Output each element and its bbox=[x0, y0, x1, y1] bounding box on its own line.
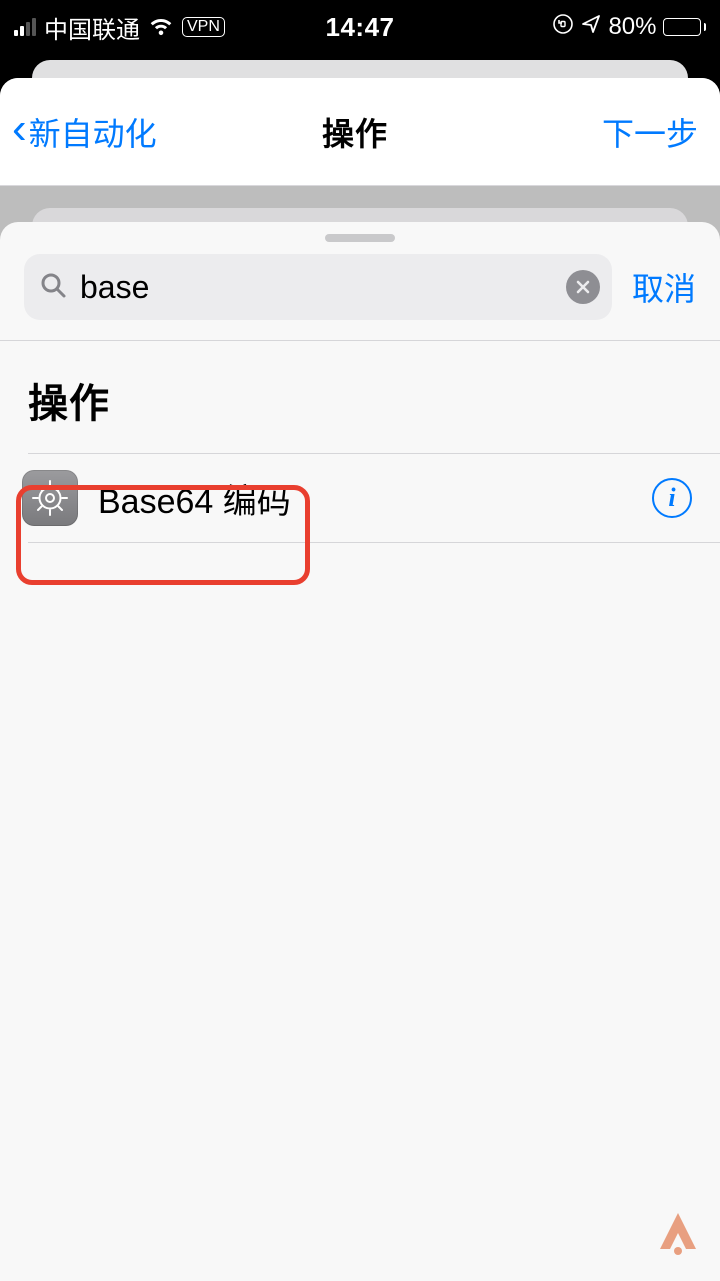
clear-search-button[interactable] bbox=[566, 270, 600, 304]
battery-percent: 80% bbox=[608, 13, 656, 41]
search-input[interactable] bbox=[78, 268, 556, 307]
next-button[interactable]: 下一步 bbox=[602, 109, 698, 155]
page-title: 操作 bbox=[322, 109, 388, 155]
action-result-row[interactable]: Base64 编码 i bbox=[0, 454, 720, 542]
sheet-grabber[interactable] bbox=[325, 234, 395, 242]
info-button[interactable]: i bbox=[652, 478, 692, 518]
search-sheet: 取消 操作 Base64 编码 i bbox=[0, 222, 720, 1281]
info-icon: i bbox=[668, 485, 675, 511]
clock: 14:47 bbox=[326, 12, 395, 43]
gear-icon bbox=[22, 470, 78, 526]
rotation-lock-icon bbox=[552, 13, 574, 42]
back-button[interactable]: ‹ 新自动化 bbox=[12, 109, 322, 155]
close-icon bbox=[575, 279, 591, 295]
back-button-label: 新自动化 bbox=[29, 109, 157, 155]
section-title: 操作 bbox=[28, 371, 692, 429]
chevron-left-icon: ‹ bbox=[12, 116, 27, 142]
carrier-label: 中国联通 bbox=[44, 10, 140, 45]
divider bbox=[28, 542, 720, 543]
action-result-label: Base64 编码 bbox=[98, 474, 632, 523]
navbar: ‹ 新自动化 操作 下一步 bbox=[0, 78, 720, 186]
wifi-icon bbox=[148, 17, 174, 37]
battery-icon bbox=[663, 18, 707, 36]
cell-signal-icon bbox=[14, 18, 36, 36]
search-icon bbox=[38, 270, 68, 305]
watermark-icon bbox=[654, 1209, 702, 1257]
cancel-button[interactable]: 取消 bbox=[632, 264, 696, 310]
vpn-badge: VPN bbox=[182, 17, 225, 37]
search-field[interactable] bbox=[24, 254, 612, 320]
location-icon bbox=[580, 13, 602, 42]
status-bar: 中国联通 VPN 14:47 80% bbox=[0, 0, 720, 54]
